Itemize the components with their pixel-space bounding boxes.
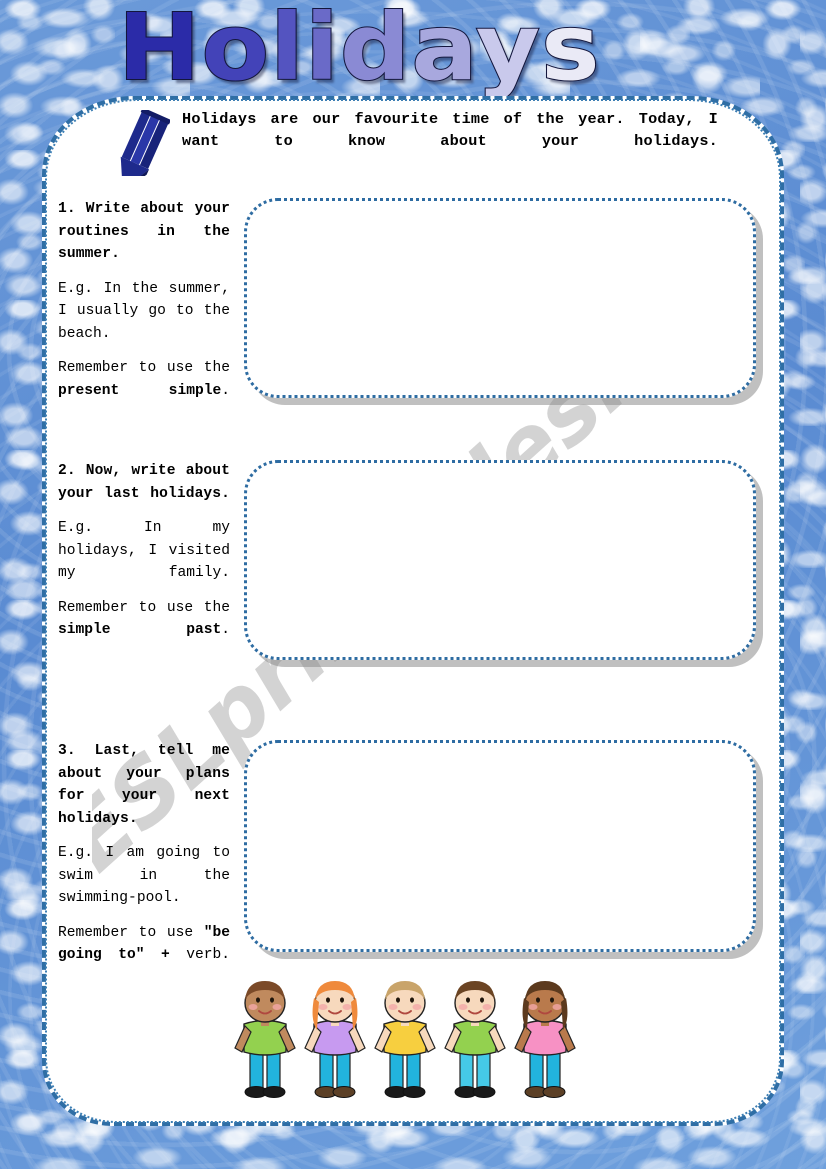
task-1-reminder-suffix: . [221, 382, 230, 399]
worksheet-intro-row: Holidays are our favourite time of the y… [108, 108, 718, 176]
task-2-reminder-suffix: . [221, 622, 230, 638]
title-letter: o [200, 4, 271, 96]
task-2-reminder: Remember to use the simple past. [58, 597, 230, 642]
title-letter: H [117, 4, 202, 96]
task-3-example: E.g. I am going to swim in the swimming-… [58, 845, 230, 906]
worksheet-title-banner: Holidays [0, 4, 826, 96]
task-1-text: 1. Write about your routines in the summ… [58, 198, 230, 402]
task-3-text: 3. Last, tell me about your plans for yo… [58, 740, 230, 967]
task-2-reminder-bold: simple past [58, 622, 222, 638]
child-figure [514, 981, 576, 1098]
task-1: 1. Write about your routines in the summ… [58, 198, 758, 402]
task-2-example: E.g. In my holidays, I visited my family… [58, 520, 230, 581]
task-1-reminder-bold: present simple [58, 382, 222, 399]
task-3-reminder-suffix: verb. [169, 947, 230, 963]
task-2: 2. Now, write about your last holidays. … [58, 460, 758, 660]
title-letter: l [269, 4, 305, 96]
task-1-heading: 1. Write about your routines in the summ… [58, 201, 230, 262]
title-letter: i [304, 4, 340, 96]
child-figure [374, 981, 436, 1098]
title-letter: y [475, 4, 542, 96]
task-2-text: 2. Now, write about your last holidays. … [58, 460, 230, 660]
title-letter: d [339, 4, 412, 96]
page-title: Holidays [117, 4, 601, 96]
task-3-reminder-prefix: Remember to use [58, 924, 204, 941]
task-3-reminder: Remember to use "be going to" + verb. [58, 922, 230, 967]
child-figure [444, 981, 506, 1098]
children-illustration [228, 978, 590, 1120]
task-2-heading: 2. Now, write about your last holidays. [58, 463, 230, 502]
pencil-icon [108, 108, 172, 176]
child-figure [234, 981, 296, 1098]
task-3-answer-box[interactable] [244, 740, 756, 952]
task-1-reminder: Remember to use the present simple. [58, 357, 230, 402]
task-3: 3. Last, tell me about your plans for yo… [58, 740, 758, 967]
task-3-heading: 3. Last, tell me about your plans for yo… [58, 743, 230, 827]
task-1-example: E.g. In the summer, I usually go to the … [58, 280, 230, 342]
title-letter: a [410, 4, 476, 96]
task-2-answer-box[interactable] [244, 460, 756, 660]
title-letter: s [540, 4, 601, 96]
task-1-answer-box[interactable] [244, 198, 756, 398]
task-1-reminder-prefix: Remember to use the [58, 360, 230, 376]
child-figure [304, 981, 366, 1098]
intro-text: Holidays are our favourite time of the y… [182, 110, 718, 150]
task-2-reminder-prefix: Remember to use the [58, 599, 230, 616]
